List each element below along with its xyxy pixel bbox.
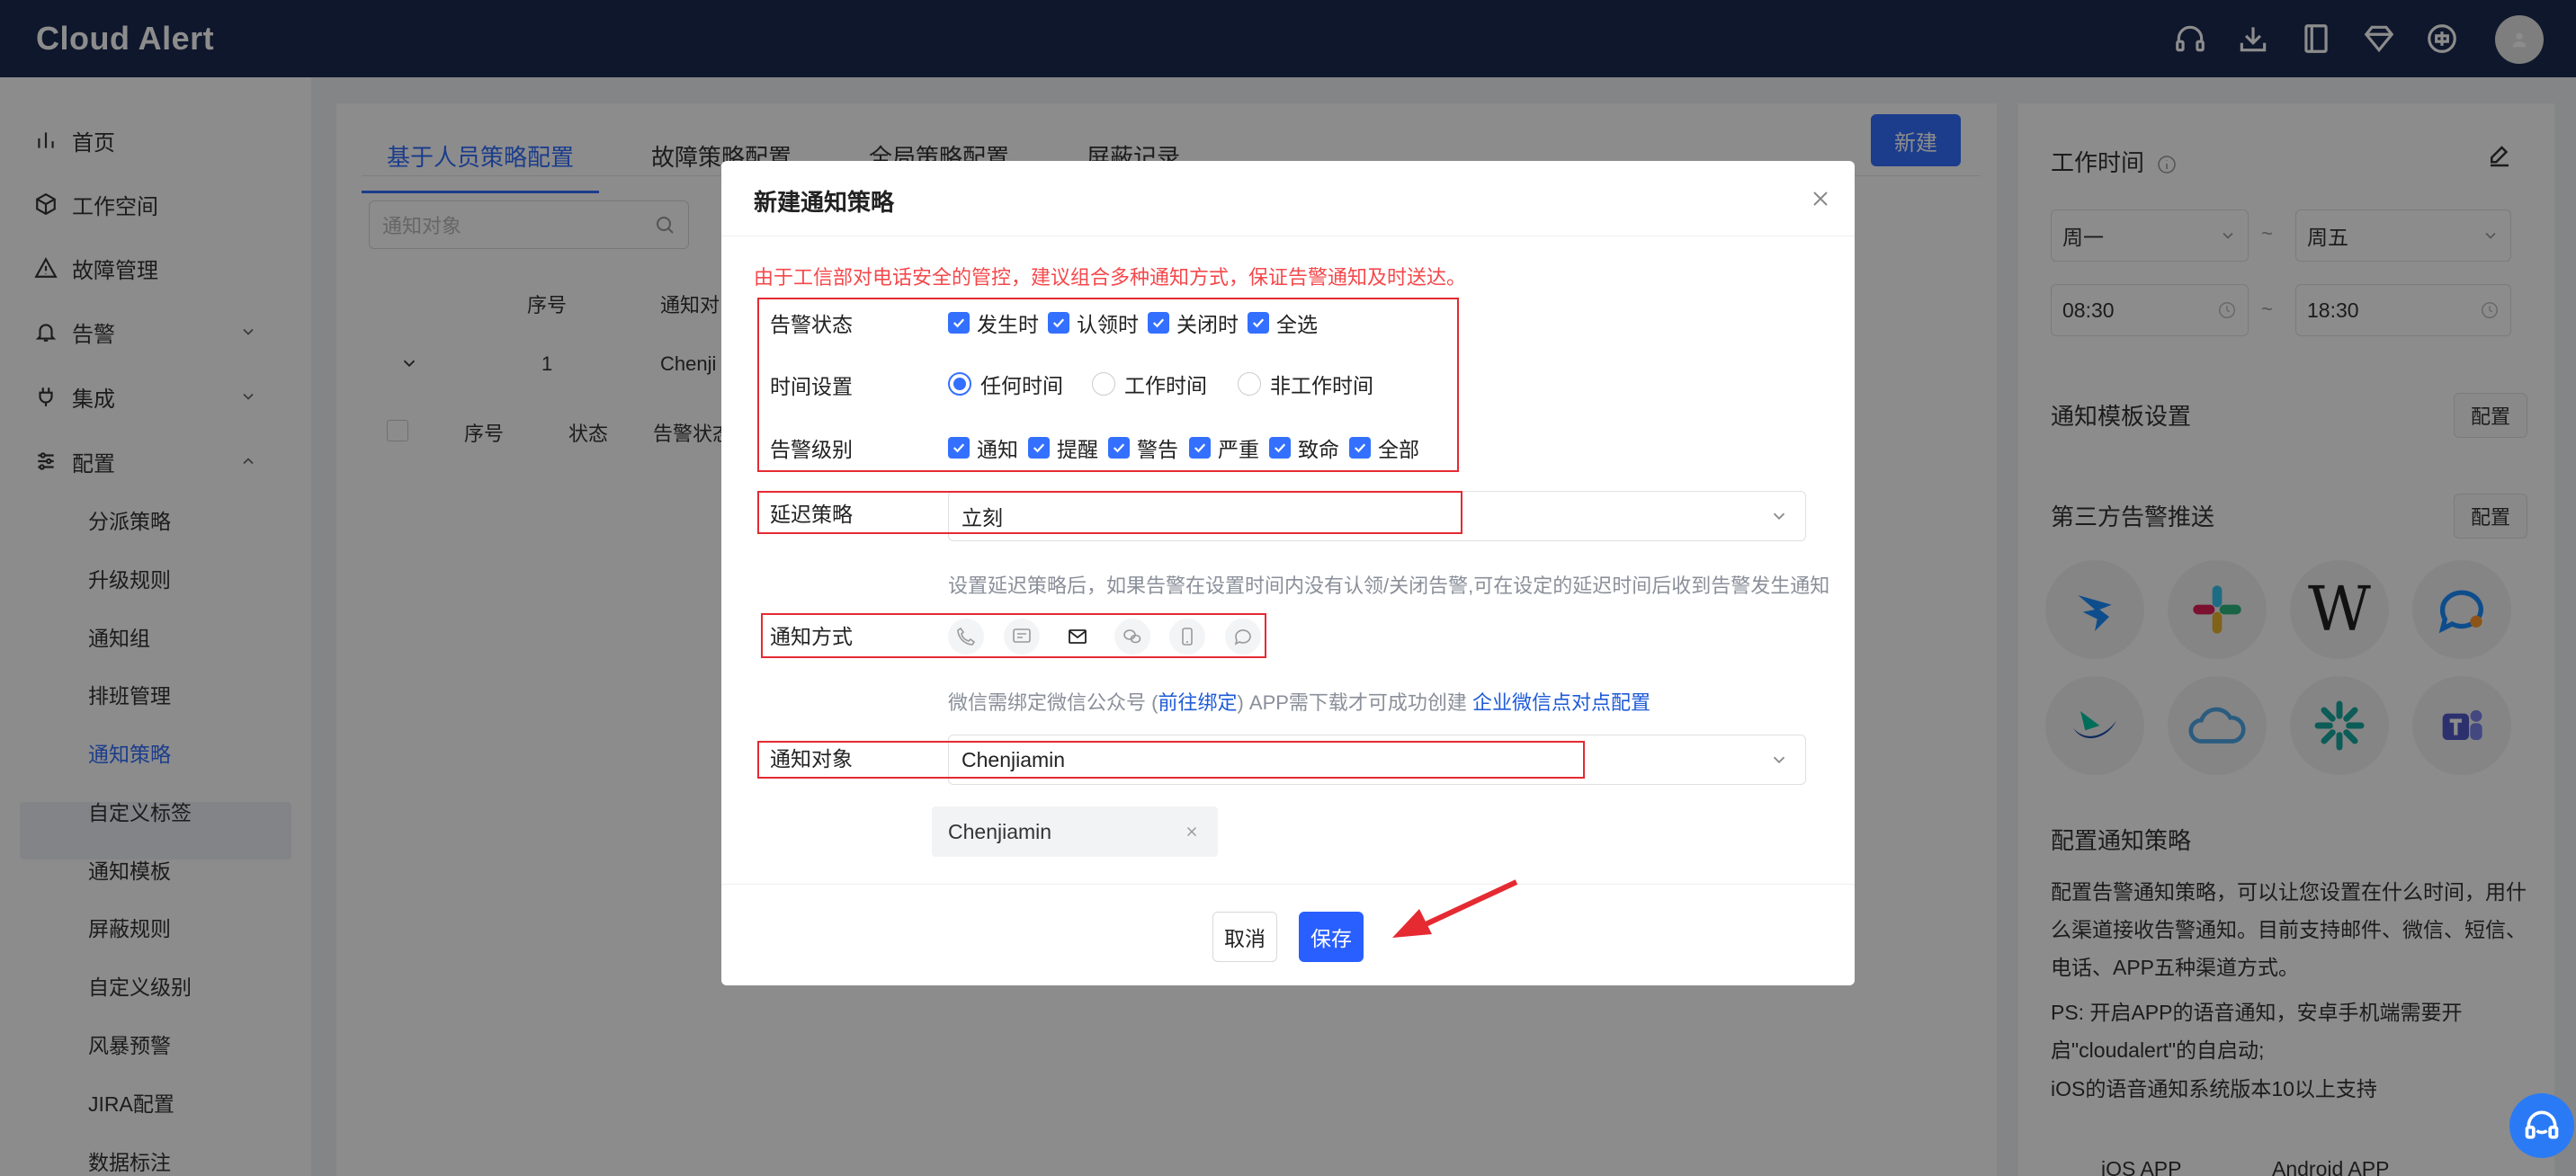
chat-icon[interactable] xyxy=(1225,619,1261,655)
save-button[interactable]: 保存 xyxy=(1299,912,1364,962)
new-policy-modal: 新建通知策略 由于工信部对电话安全的管控，建议组合多种通知方式，保证告警通知及时… xyxy=(721,161,1855,985)
checkbox-select-all[interactable]: 全选 xyxy=(1248,307,1318,338)
warning-text: 由于工信部对电话安全的管控，建议组合多种通知方式，保证告警通知及时送达。 xyxy=(754,266,1467,289)
support-chat-button[interactable] xyxy=(2509,1093,2574,1158)
checkbox-level-fatal[interactable]: 致命 xyxy=(1269,432,1339,463)
check-icon xyxy=(1349,437,1371,459)
support-icon xyxy=(2525,1110,2559,1139)
sms-icon[interactable] xyxy=(1004,619,1040,655)
checkbox-level-remind[interactable]: 提醒 xyxy=(1028,432,1098,463)
time-setting-label: 时间设置 xyxy=(770,375,853,398)
modal-footer-divider xyxy=(721,884,1855,885)
checkbox-occurred[interactable]: 发生时 xyxy=(948,307,1039,338)
check-icon xyxy=(1108,437,1130,459)
target-tag: Chenjiamin xyxy=(932,806,1218,857)
phone-icon[interactable] xyxy=(948,619,984,655)
radio-work-time[interactable]: 工作时间 xyxy=(1092,369,1207,399)
annotation-arrow-icon xyxy=(1392,879,1518,938)
wechat-icon[interactable] xyxy=(1114,619,1150,655)
checkbox-level-severe[interactable]: 严重 xyxy=(1189,432,1259,463)
delay-hint-text: 设置延迟策略后，如果告警在设置时间内没有认领/关闭告警,可在设定的延迟时间后收到… xyxy=(948,575,1830,597)
check-icon xyxy=(1248,312,1269,334)
app-icon[interactable] xyxy=(1169,619,1205,655)
bind-wechat-link[interactable]: 前往绑定 xyxy=(1158,691,1237,714)
check-icon xyxy=(1048,312,1069,334)
checkbox-claimed[interactable]: 认领时 xyxy=(1048,307,1139,338)
check-icon xyxy=(1028,437,1050,459)
chevron-down-icon xyxy=(1773,512,1785,521)
checkbox-closed[interactable]: 关闭时 xyxy=(1148,307,1239,338)
check-icon xyxy=(1189,437,1211,459)
close-icon[interactable] xyxy=(1810,188,1831,209)
wechat-hint: 微信需绑定微信公众号 (前往绑定) APP需下载才可成功创建 企业微信点对点配置 xyxy=(948,691,1651,714)
check-icon xyxy=(948,437,970,459)
checkbox-level-warning[interactable]: 警告 xyxy=(1108,432,1178,463)
enterprise-wechat-link[interactable]: 企业微信点对点配置 xyxy=(1472,691,1650,714)
check-icon xyxy=(948,312,970,334)
chevron-down-icon xyxy=(1773,756,1785,764)
close-icon[interactable] xyxy=(1184,824,1200,840)
checkbox-level-notice[interactable]: 通知 xyxy=(948,432,1018,463)
cancel-button[interactable]: 取消 xyxy=(1212,912,1277,962)
radio-off-work-time[interactable]: 非工作时间 xyxy=(1238,369,1373,399)
radio-any-time[interactable]: 任何时间 xyxy=(948,369,1063,399)
highlight-box-delay xyxy=(757,491,1462,534)
alert-status-label: 告警状态 xyxy=(770,313,853,336)
check-icon xyxy=(1148,312,1169,334)
highlight-box-target xyxy=(757,741,1585,779)
alert-level-label: 告警级别 xyxy=(770,438,853,461)
modal-title: 新建通知策略 xyxy=(754,189,895,216)
checkbox-level-all[interactable]: 全部 xyxy=(1349,432,1419,463)
check-icon xyxy=(1269,437,1291,459)
email-icon[interactable] xyxy=(1060,619,1096,655)
